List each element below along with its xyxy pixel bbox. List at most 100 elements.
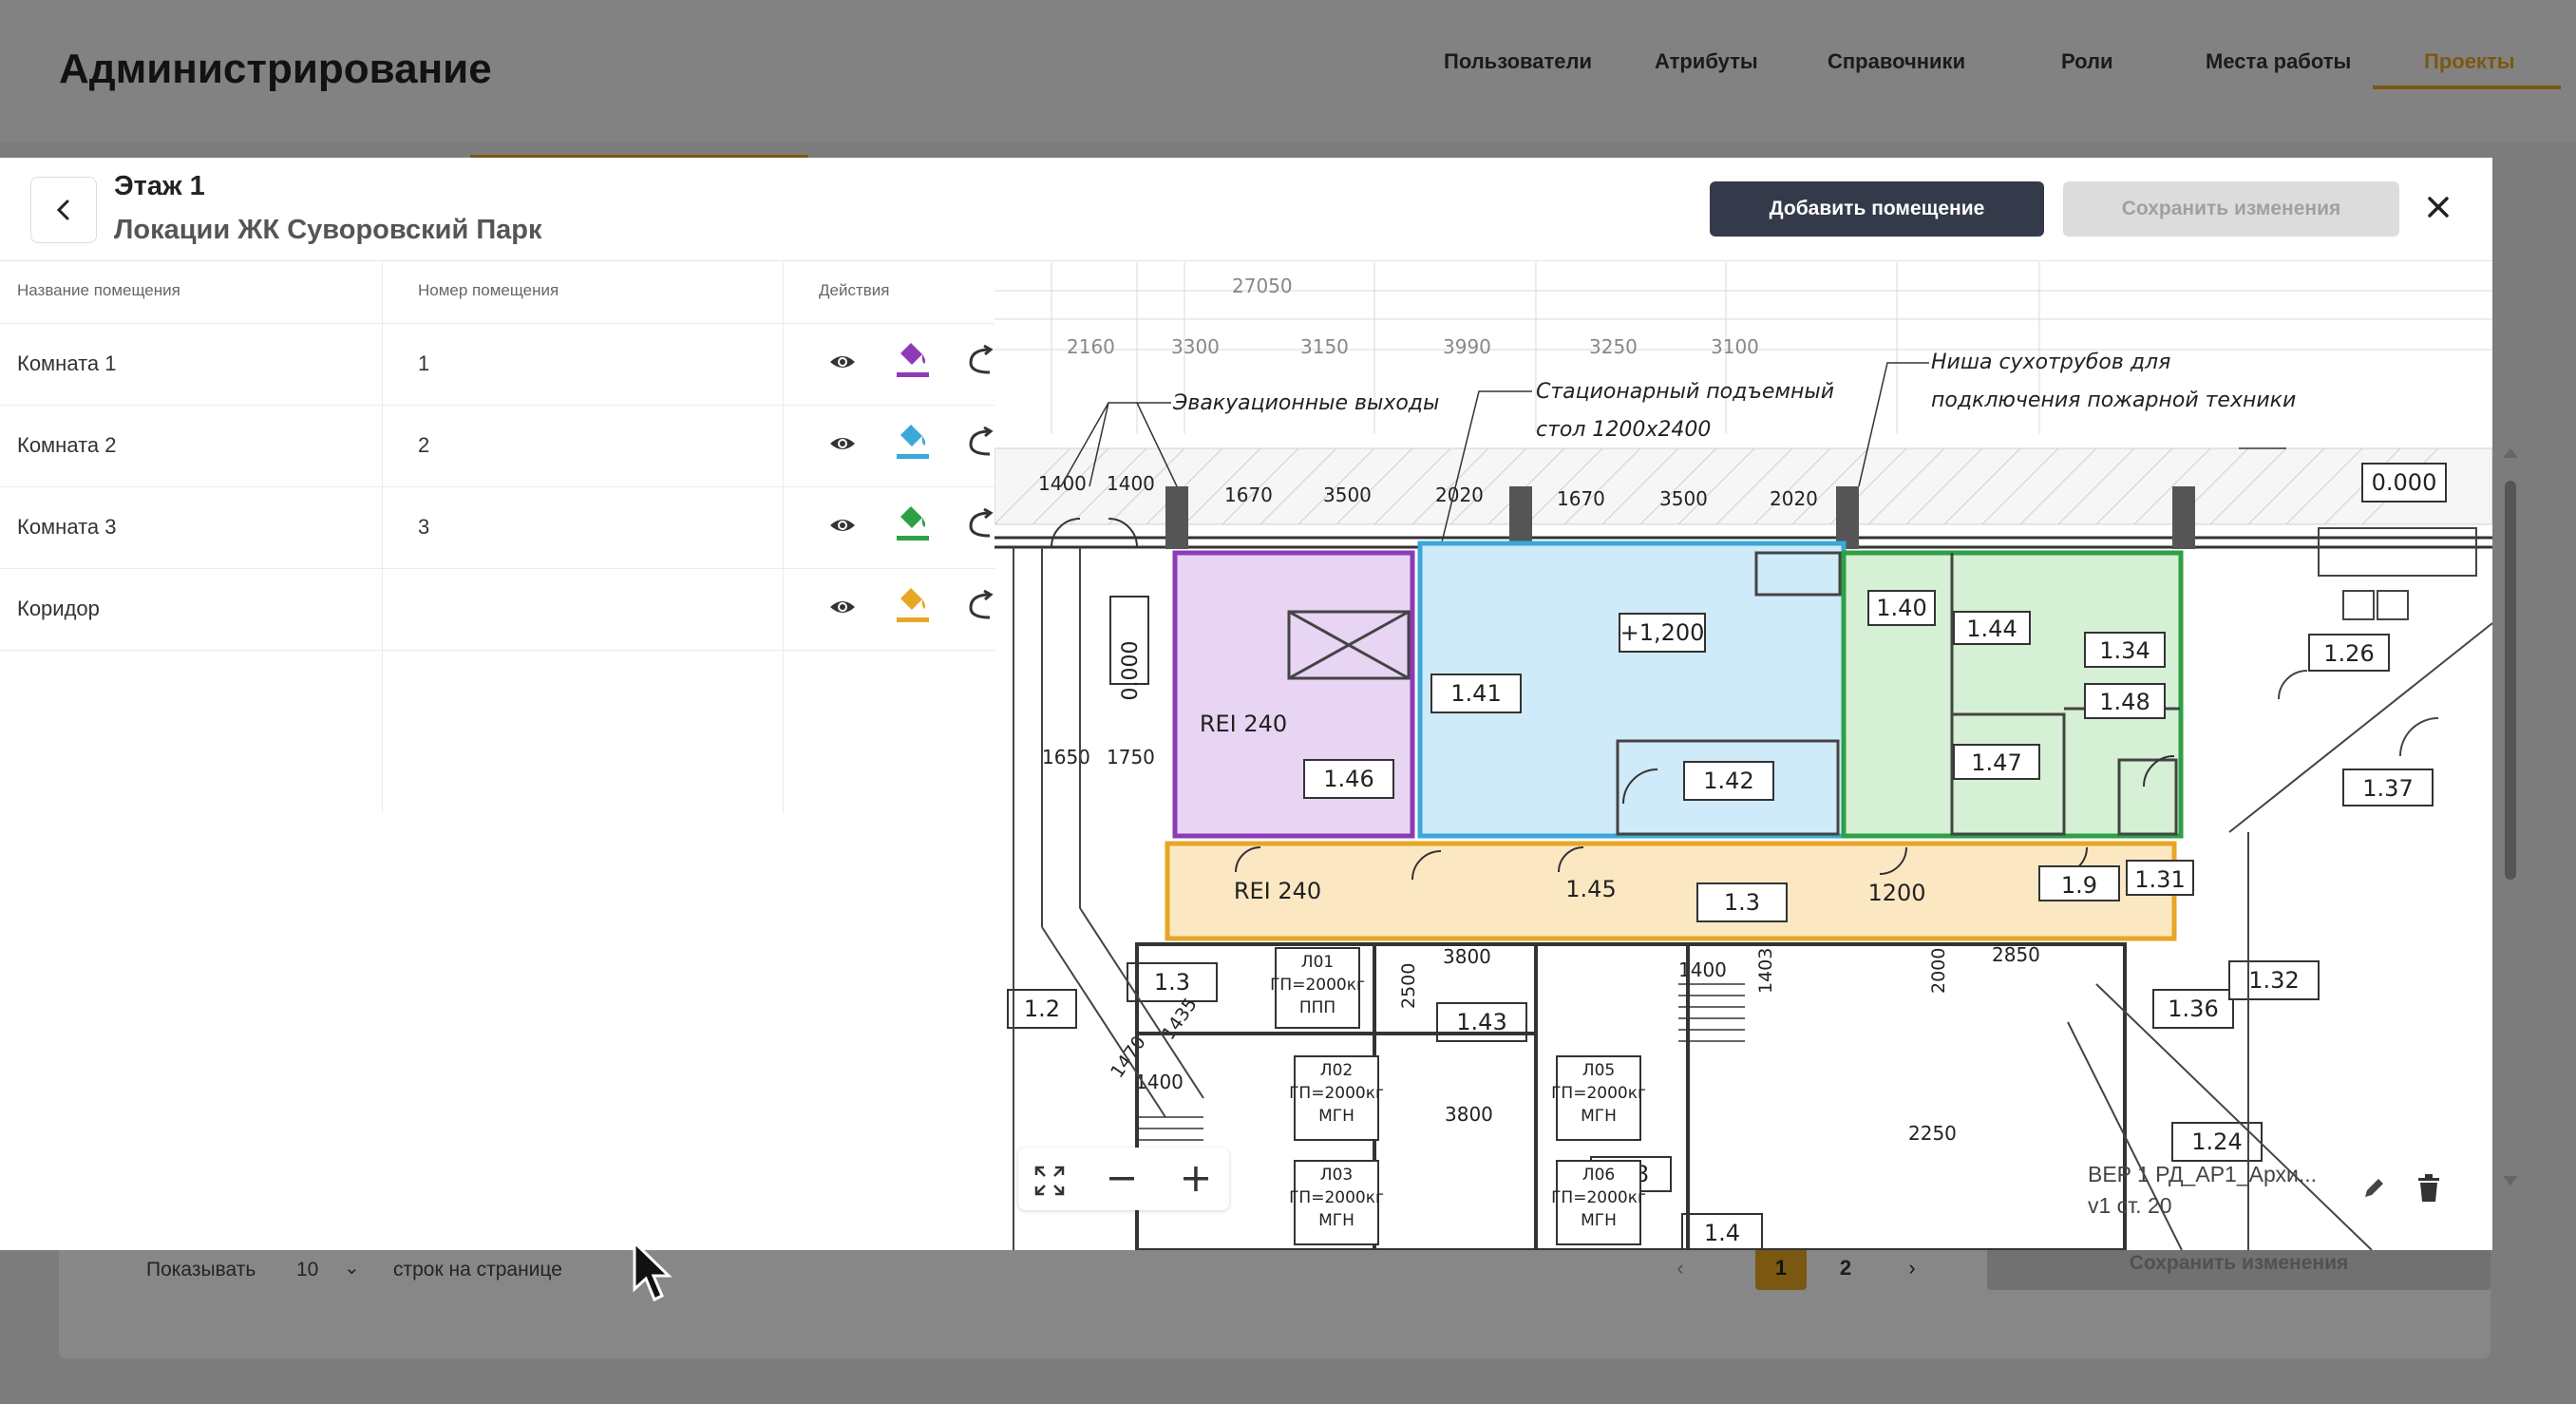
room-label: 1.41 xyxy=(1450,680,1501,707)
add-room-button[interactable]: Добавить помещение xyxy=(1710,181,2044,237)
room-label: 1.48 xyxy=(2099,689,2150,715)
rooms-table: Название помещения Номер помещения Дейст… xyxy=(0,262,994,1250)
fullscreen-icon[interactable] xyxy=(1033,1165,1066,1197)
dim-label: 2250 xyxy=(1908,1122,1957,1145)
table-row[interactable]: Коридор xyxy=(0,568,994,651)
room-label: 1.46 xyxy=(1323,766,1373,792)
dim-label: 1670 xyxy=(1557,487,1605,510)
room-name: Комната 2 xyxy=(17,433,117,457)
room-label: 1200 xyxy=(1867,880,1925,906)
paint-bucket-icon[interactable] xyxy=(895,336,931,380)
save-changes-button[interactable]: Сохранить изменения xyxy=(2063,181,2399,237)
draw-polygon-icon[interactable] xyxy=(965,507,994,541)
scroll-up-icon xyxy=(2503,448,2518,458)
dim-label: 1650 xyxy=(1042,746,1090,768)
dim-label: 3250 xyxy=(1589,335,1638,358)
room-label: 1.44 xyxy=(1966,616,2017,642)
dim-label: 2500 xyxy=(1398,963,1419,1009)
annotation: Ниша сухотрубов для xyxy=(1931,351,2170,374)
dim-label: 3500 xyxy=(1323,484,1372,506)
paint-bucket-icon[interactable] xyxy=(895,581,931,625)
room-name: Комната 1 xyxy=(17,351,117,375)
room-number: 3 xyxy=(418,515,430,539)
lift-label: ГП=2000кг xyxy=(1289,1084,1384,1103)
mouse-cursor-icon xyxy=(633,1240,672,1302)
dim-label: 2020 xyxy=(1435,484,1484,506)
room-label: 1.40 xyxy=(1876,595,1926,621)
dim-label: 3500 xyxy=(1659,487,1708,510)
eye-icon[interactable] xyxy=(828,433,857,454)
room-label: 1.43 xyxy=(1456,1009,1506,1035)
floor-plan-viewer[interactable]: 27050 2160 3300 3150 3990 3250 3100 1400… xyxy=(994,262,2492,1250)
dim-label: 3800 xyxy=(1443,945,1491,968)
dim-label: 2000 xyxy=(1928,948,1949,994)
pencil-icon[interactable] xyxy=(2361,1176,2386,1201)
lift-label: ППП xyxy=(1299,998,1335,1017)
chevron-left-icon xyxy=(56,199,69,220)
room-number: 1 xyxy=(418,351,430,375)
annotation: Эвакуационные выходы xyxy=(1172,391,1439,415)
dim-label: 1750 xyxy=(1107,746,1155,768)
floor-title: Этаж 1 xyxy=(114,171,205,201)
table-row[interactable]: Комната 3 3 xyxy=(0,486,994,569)
room-label: 1.9 xyxy=(2061,872,2097,899)
draw-polygon-icon[interactable] xyxy=(965,426,994,460)
room-label: 1.24 xyxy=(2191,1129,2242,1155)
eye-icon[interactable] xyxy=(828,351,857,372)
paint-bucket-icon[interactable] xyxy=(895,500,931,543)
room-label: REI 240 xyxy=(1234,878,1321,904)
lift-label: МГН xyxy=(1318,1211,1354,1230)
room-label: 1.4 xyxy=(1704,1220,1740,1246)
room-label: REI 240 xyxy=(1200,711,1287,737)
header-room-name: Название помещения xyxy=(17,281,180,299)
document-label: BEP 1 РД_АР1_Архи... v1 ст. 20 xyxy=(2088,1159,2317,1222)
room-name: Коридор xyxy=(17,597,100,620)
lift-label: ГП=2000кг xyxy=(1551,1188,1646,1207)
dim-label: 1403 xyxy=(1755,948,1776,994)
lift-label: Л06 xyxy=(1582,1166,1615,1185)
room-label: 1.36 xyxy=(2168,996,2218,1022)
dim-label: 3300 xyxy=(1171,335,1220,358)
lift-label: МГН xyxy=(1581,1211,1617,1230)
modal-header: Этаж 1 Локации ЖК Суворовский Парк Добав… xyxy=(0,158,2492,261)
room-label: 1.3 xyxy=(1154,969,1190,996)
eye-icon[interactable] xyxy=(828,515,857,536)
room-label: 1.26 xyxy=(2323,640,2374,667)
lift-label: Л03 xyxy=(1320,1166,1353,1185)
lift-label: МГН xyxy=(1581,1107,1617,1126)
dim-label: 27050 xyxy=(1232,275,1293,297)
dim-label: 1670 xyxy=(1224,484,1273,506)
room-name: Комната 3 xyxy=(17,515,117,539)
annotation: стол 1200х2400 xyxy=(1536,418,1711,442)
room-label: 1.3 xyxy=(1724,889,1760,916)
lift-label: ГП=2000кг xyxy=(1551,1084,1646,1103)
dim-label: 3800 xyxy=(1445,1103,1493,1126)
dim-label: 2020 xyxy=(1770,487,1818,510)
dim-label: 3150 xyxy=(1300,335,1349,358)
lift-label: Л05 xyxy=(1582,1061,1615,1080)
eye-icon[interactable] xyxy=(828,597,857,617)
room-number: 2 xyxy=(418,433,430,457)
zoom-out-icon[interactable] xyxy=(1108,1174,1136,1184)
trash-icon[interactable] xyxy=(2416,1174,2441,1203)
room-label: 1.42 xyxy=(1703,768,1753,794)
draw-polygon-icon[interactable] xyxy=(965,589,994,623)
zoom-in-icon[interactable] xyxy=(1182,1165,1210,1193)
document-name: BEP 1 РД_АР1_Архи... xyxy=(2088,1162,2318,1186)
room-label: 1.47 xyxy=(1971,749,2021,776)
floor-plan-drawing: 27050 2160 3300 3150 3990 3250 3100 1400… xyxy=(994,262,2492,1250)
room-label: 1.32 xyxy=(2248,967,2299,994)
vertical-scrollbar[interactable] xyxy=(2498,446,2523,1187)
dim-label: 3100 xyxy=(1711,335,1759,358)
room-label: 1.37 xyxy=(2362,775,2413,802)
room-label: 0.000 xyxy=(1119,641,1143,701)
paint-bucket-icon[interactable] xyxy=(895,418,931,462)
table-row[interactable]: Комната 1 1 xyxy=(0,323,994,406)
back-button[interactable] xyxy=(30,177,97,243)
close-icon[interactable] xyxy=(2417,186,2459,228)
room-label: 1.34 xyxy=(2099,637,2150,664)
table-row[interactable]: Комната 2 2 xyxy=(0,405,994,487)
draw-polygon-icon[interactable] xyxy=(965,344,994,378)
lift-label: МГН xyxy=(1318,1107,1354,1126)
dim-label: 2850 xyxy=(1992,943,2040,966)
